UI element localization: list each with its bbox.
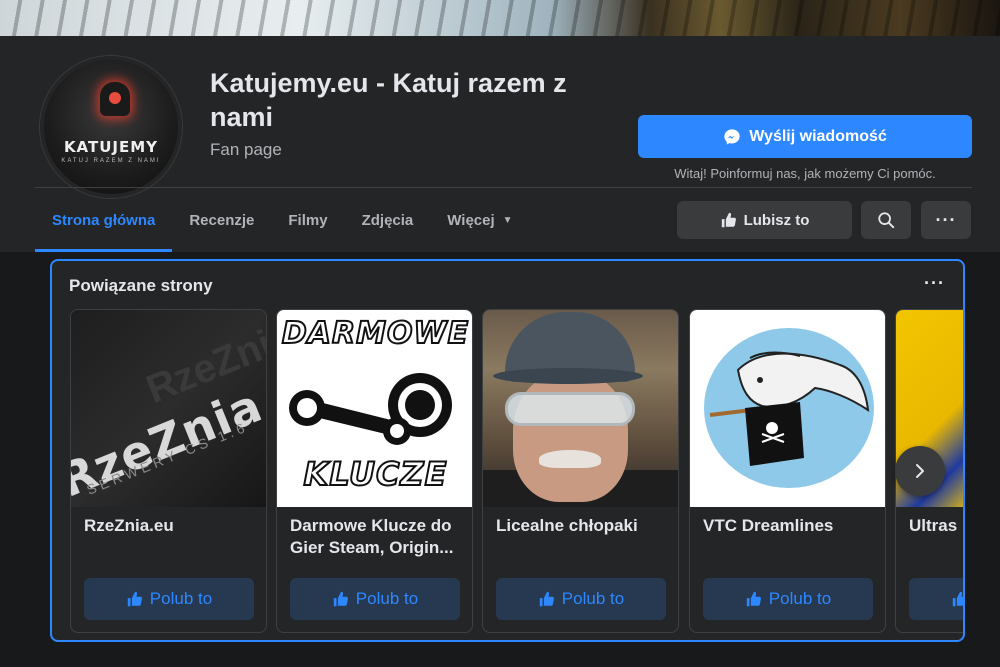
- tab-more-label: Więcej: [447, 211, 495, 229]
- tab-home-label: Strona główna: [52, 211, 156, 229]
- thumbs-up-icon: [333, 591, 348, 607]
- facebook-page: KATUJEMY KATUJ RAZEM Z NAMI Katujemy.eu …: [0, 0, 1000, 667]
- like-related-page-button[interactable]: Polub to: [84, 578, 254, 620]
- carousel-next-button[interactable]: [895, 446, 945, 496]
- page-tabs: Strona główna Recenzje Filmy Zdjęcia Wię…: [35, 188, 530, 252]
- page-title: Katujemy.eu - Katuj razem z nami: [210, 68, 567, 132]
- thumbs-up-icon: [721, 212, 736, 228]
- tab-home[interactable]: Strona główna: [35, 188, 173, 252]
- hooded-figure-icon: [100, 82, 130, 116]
- thumbs-up-icon: [127, 591, 142, 607]
- steam-logo-icon: [289, 373, 452, 445]
- caret-down-icon: ▼: [502, 214, 513, 226]
- messenger-icon: [724, 128, 740, 145]
- thumbnail-bottom-text: KLUCZE: [303, 454, 448, 494]
- search-button[interactable]: [861, 201, 911, 239]
- thumbnail-mustache: [539, 450, 601, 468]
- page-category: Fan page: [210, 140, 282, 159]
- like-page-label: Lubisz to: [743, 211, 810, 229]
- search-icon: [878, 212, 895, 229]
- more-horizontal-icon: ···: [935, 210, 957, 230]
- related-page-card[interactable]: DARMOWE KLUCZE Darmowe Klucze do Gier St…: [276, 309, 473, 633]
- like-related-page-button[interactable]: Polub to: [703, 578, 873, 620]
- like-related-page-button[interactable]: Polub to: [496, 578, 666, 620]
- tab-photos-label: Zdjęcia: [361, 211, 414, 229]
- related-pages-title: Powiązane strony: [69, 276, 213, 295]
- horse-flag-icon: [709, 351, 870, 466]
- chevron-right-icon: [916, 464, 924, 478]
- related-page-thumbnail[interactable]: DARMOWE KLUCZE: [277, 310, 472, 507]
- thumbnail-cap-brim: [493, 368, 643, 384]
- tab-photos[interactable]: Zdjęcia: [345, 188, 431, 252]
- thumbnail-top-text: DARMOWE: [281, 315, 470, 352]
- tab-reviews-label: Recenzje: [189, 211, 255, 229]
- related-page-thumbnail[interactable]: [483, 310, 678, 507]
- related-page-thumbnail[interactable]: RzeZnia.eu RzeZnia.eu SERWERY CS 1.6: [71, 310, 266, 507]
- avatar-logo-subtext: KATUJ RAZEM Z NAMI: [61, 158, 161, 164]
- tab-videos-label: Filmy: [288, 211, 328, 229]
- page-header: KATUJEMY KATUJ RAZEM Z NAMI Katujemy.eu …: [0, 36, 1000, 252]
- related-pages-carousel: RzeZnia.eu RzeZnia.eu SERWERY CS 1.6 Rze…: [70, 309, 963, 635]
- tab-more[interactable]: Więcej ▼: [430, 188, 529, 252]
- greeting-text: Witaj! Poinformuj nas, jak możemy Ci pom…: [674, 166, 936, 181]
- like-related-page-label: Polub to: [355, 589, 419, 608]
- like-page-button[interactable]: Lubisz to: [677, 201, 852, 239]
- related-page-name[interactable]: Ultras: [909, 515, 963, 537]
- like-related-page-label: Polub to: [149, 589, 213, 608]
- thumbs-up-icon: [952, 591, 963, 607]
- related-page-card[interactable]: VTC Dreamlines Polub to: [689, 309, 886, 633]
- like-related-page-button[interactable]: Polub to: [909, 578, 963, 620]
- tab-reviews[interactable]: Recenzje: [172, 188, 271, 252]
- page-avatar[interactable]: KATUJEMY KATUJ RAZEM Z NAMI: [40, 56, 182, 198]
- more-options-button[interactable]: ···: [921, 201, 971, 239]
- related-page-name[interactable]: Darmowe Klucze do Gier Steam, Origin...: [290, 515, 462, 559]
- related-page-name[interactable]: Licealne chłopaki: [496, 515, 668, 537]
- send-message-label: Wyślij wiadomość: [749, 127, 887, 145]
- like-related-page-label: Polub to: [561, 589, 625, 608]
- related-pages-section: Powiązane strony ··· RzeZnia.eu RzeZnia.…: [50, 259, 965, 642]
- thumbs-up-icon: [746, 591, 761, 607]
- like-related-page-label: Polub to: [768, 589, 832, 608]
- tab-videos[interactable]: Filmy: [271, 188, 344, 252]
- thumbs-up-icon: [539, 591, 554, 607]
- related-page-card[interactable]: RzeZnia.eu RzeZnia.eu SERWERY CS 1.6 Rze…: [70, 309, 267, 633]
- send-message-button[interactable]: Wyślij wiadomość: [638, 115, 972, 158]
- related-page-name[interactable]: RzeZnia.eu: [84, 515, 256, 537]
- related-page-name[interactable]: VTC Dreamlines: [703, 515, 875, 537]
- cover-photo[interactable]: [0, 0, 1000, 36]
- related-more-icon[interactable]: ···: [924, 273, 945, 294]
- like-related-page-button[interactable]: Polub to: [290, 578, 460, 620]
- avatar-logo-text: KATUJEMY: [63, 138, 159, 156]
- thumbnail-goggles: [505, 392, 635, 426]
- related-page-card[interactable]: Licealne chłopaki Polub to: [482, 309, 679, 633]
- related-page-thumbnail[interactable]: [690, 310, 885, 507]
